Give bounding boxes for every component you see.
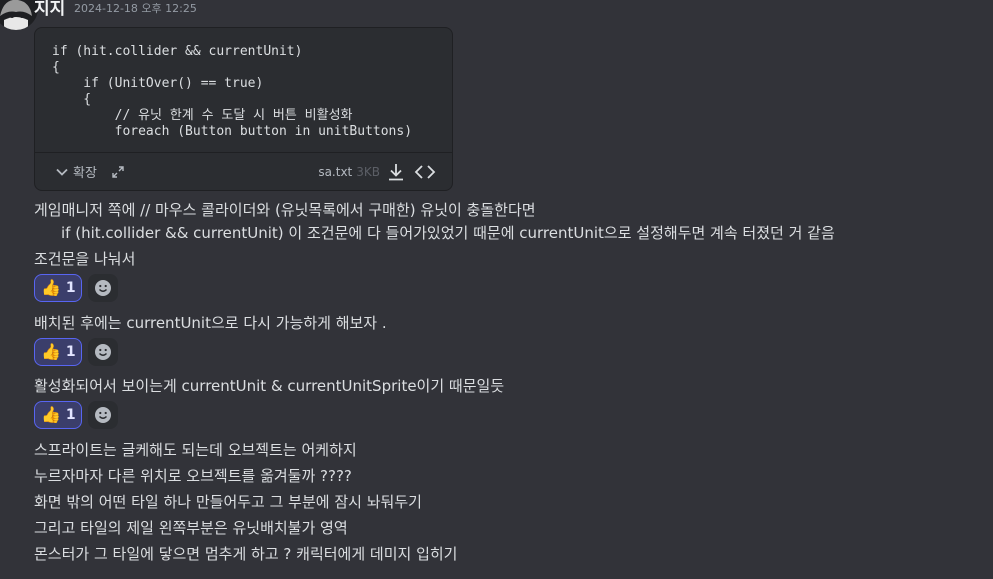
file-name[interactable]: sa.txt	[318, 165, 352, 179]
thumbs-up-emoji: 👍	[41, 405, 61, 424]
code-line: if (UnitOver() == true)	[52, 76, 264, 91]
add-reaction-button[interactable]	[88, 274, 118, 302]
thumbs-up-emoji: 👍	[41, 342, 61, 361]
smiley-icon	[95, 407, 111, 423]
message-text: 활성화되어서 보이는게 currentUnit & currentUnitSpr…	[34, 377, 505, 395]
avatar[interactable]	[0, 0, 38, 30]
add-reaction-button[interactable]	[88, 338, 118, 366]
expand-button[interactable]: 확장	[55, 162, 97, 181]
message-text: 화면 밖의 어떤 타일 하나 만들어두고 그 부분에 잠시 놔둬두기	[34, 493, 422, 511]
message-text: 누르자마자 다른 위치로 오브젝트를 옮겨둘까 ????	[34, 467, 352, 485]
code-line: {	[52, 92, 92, 107]
thumbs-up-emoji: 👍	[41, 278, 61, 297]
message-text: 조건문을 나눠서	[34, 250, 136, 268]
expand-label: 확장	[73, 166, 97, 181]
download-button[interactable]	[386, 162, 406, 182]
timestamp: 2024-12-18 오후 12:25	[74, 2, 197, 15]
add-reaction-button[interactable]	[88, 401, 118, 429]
reaction-count: 1	[65, 344, 76, 360]
message-text: 스프라이트는 글케해도 되는데 오브젝트는 어케하지	[34, 441, 357, 459]
expand-arrows-icon	[112, 165, 124, 178]
view-code-button[interactable]	[414, 163, 436, 181]
smiley-icon	[95, 344, 111, 360]
code-attachment: if (hit.collider && currentUnit) { if (U…	[34, 27, 453, 191]
file-info: sa.txt 3KB	[318, 162, 452, 182]
code-line: {	[52, 60, 60, 75]
code-line: foreach (Button button in unitButtons)	[52, 124, 413, 139]
reaction-count: 1	[65, 280, 76, 296]
reaction-thumbs-up[interactable]: 👍 1	[34, 274, 82, 302]
fullscreen-expand-button[interactable]	[111, 165, 125, 179]
code-preview: if (hit.collider && currentUnit) { if (U…	[35, 28, 452, 139]
smiley-icon	[95, 280, 111, 296]
reaction-thumbs-up[interactable]: 👍 1	[34, 338, 82, 366]
reaction-count: 1	[65, 407, 76, 423]
attachment-footer: 확장 sa.txt 3KB	[35, 152, 452, 190]
message-text: if (hit.collider && currentUnit) 이 조건문에 …	[61, 224, 835, 242]
message-text: 몬스터가 그 타일에 닿으면 멈추게 하고 ? 캐릭터에게 데미지 입히기	[34, 545, 458, 563]
reaction-thumbs-up[interactable]: 👍 1	[34, 401, 82, 429]
code-line: // 유닛 한계 수 도달 시 버튼 비활성화	[52, 108, 353, 123]
chevron-down-icon	[56, 168, 68, 176]
code-line: if (hit.collider && currentUnit)	[52, 44, 303, 59]
code-brackets-icon	[414, 164, 436, 179]
avatar-image	[0, 0, 38, 30]
message-text: 그리고 타일의 제일 왼쪽부분은 유닛배치불가 영역	[34, 519, 348, 537]
message-text: 배치된 후에는 currentUnit으로 다시 가능하게 해보자 .	[34, 314, 387, 332]
author-name[interactable]: 지지	[34, 0, 65, 19]
file-size: 3KB	[356, 164, 380, 179]
download-icon	[389, 163, 403, 180]
message-text: 게임매니저 쪽에 // 마우스 콜라이더와 (유닛목록에서 구매한) 유닛이 충…	[34, 201, 536, 219]
